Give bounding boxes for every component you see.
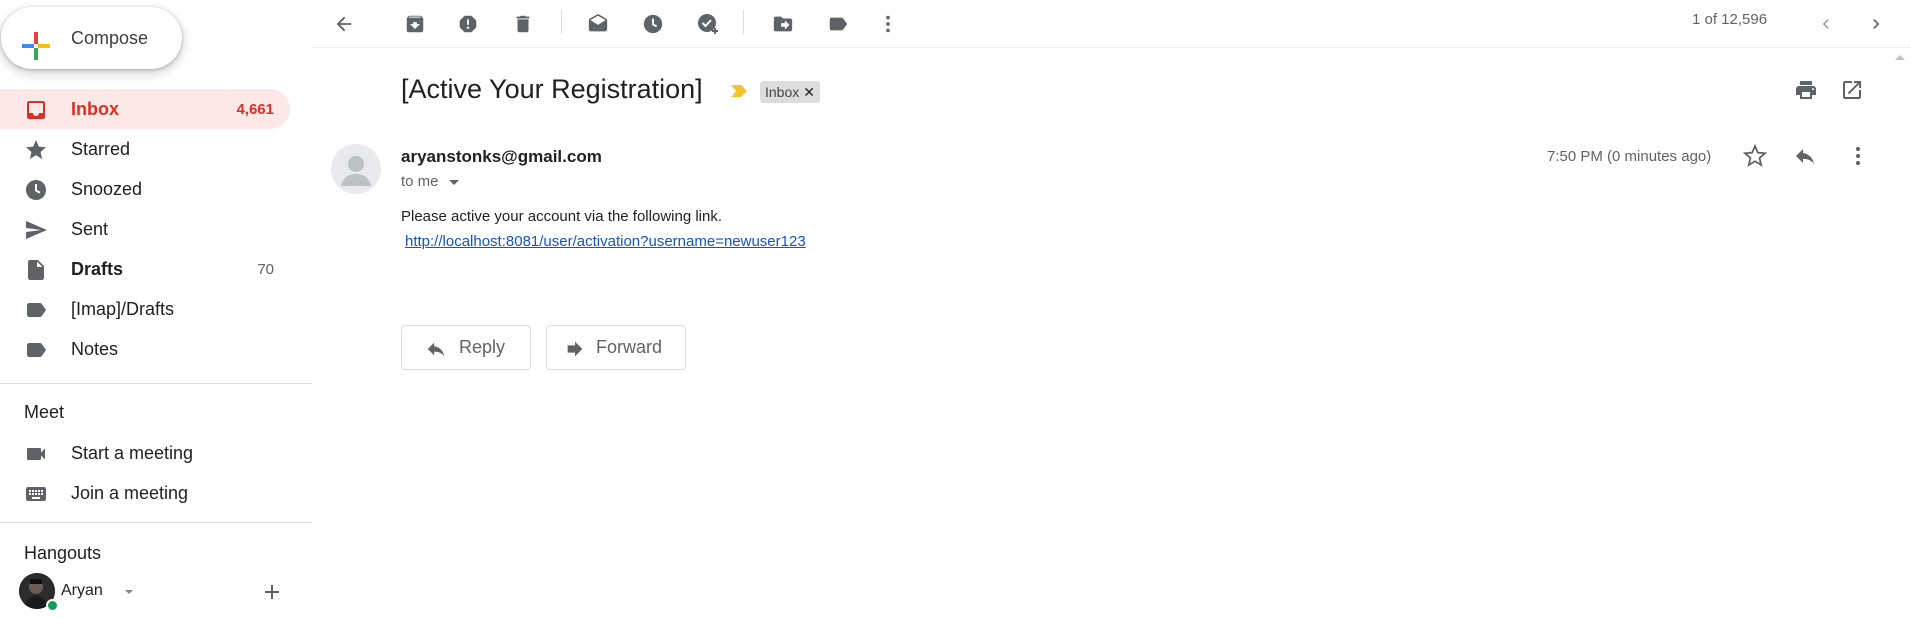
- sidebar-item-starred[interactable]: Starred: [0, 129, 290, 169]
- label-chip-inbox: Inbox ✕: [760, 81, 820, 103]
- message-body: Please active your account via the follo…: [401, 208, 723, 225]
- sidebar-item-label: Sent: [71, 219, 109, 239]
- hangouts-title: Hangouts: [24, 543, 102, 563]
- sidebar-item-label: Snoozed: [71, 179, 143, 199]
- labels-icon[interactable]: [820, 6, 856, 42]
- hangouts-user[interactable]: Aryan: [19, 573, 289, 613]
- delete-icon[interactable]: [505, 6, 541, 42]
- move-to-icon[interactable]: [765, 6, 801, 42]
- forward-icon: [567, 341, 583, 357]
- chevron-right-icon[interactable]: [1858, 6, 1894, 42]
- reply-label: Reply: [459, 337, 506, 357]
- sidebar: Compose Inbox 4,661 Starred Snoozed Sent: [0, 0, 312, 618]
- meet-item-label: Join a meeting: [71, 483, 189, 503]
- sidebar-item-label: Drafts: [71, 259, 124, 279]
- compose-plus-icon: [20, 30, 52, 62]
- compose-button[interactable]: Compose: [1, 7, 182, 69]
- remove-label-icon[interactable]: ✕: [803, 84, 815, 101]
- snooze-icon[interactable]: [635, 6, 671, 42]
- meet-join-meeting[interactable]: Join a meeting: [0, 473, 290, 513]
- reply-button[interactable]: Reply: [401, 325, 531, 370]
- inbox-icon: [24, 98, 48, 122]
- sidebar-item-notes[interactable]: Notes: [0, 329, 290, 369]
- meet-title: Meet: [24, 402, 65, 422]
- chevron-down-icon[interactable]: [448, 178, 460, 188]
- sender-avatar: [331, 144, 381, 194]
- add-task-icon[interactable]: [690, 6, 726, 42]
- sidebar-item-snoozed[interactable]: Snoozed: [0, 169, 290, 209]
- toolbar-separator: [743, 10, 744, 34]
- pagination-text: 1 of 12,596: [1692, 11, 1768, 28]
- sidebar-item-label: Inbox: [71, 99, 119, 119]
- label-icon: [24, 298, 48, 322]
- scroll-up-arrow[interactable]: [1893, 52, 1907, 62]
- draft-icon: [24, 258, 48, 282]
- star-icon: [24, 138, 48, 162]
- sidebar-item-imap-drafts[interactable]: [Imap]/Drafts: [0, 289, 290, 329]
- presence-indicator: [46, 599, 59, 612]
- video-icon: [24, 442, 48, 466]
- sidebar-item-inbox[interactable]: Inbox 4,661: [0, 89, 290, 129]
- draft-count: 70: [257, 261, 274, 278]
- meet-item-label: Start a meeting: [71, 443, 194, 463]
- star-outline-icon[interactable]: [1743, 144, 1767, 168]
- sidebar-item-drafts[interactable]: Drafts 70: [0, 249, 290, 289]
- label-chip-text: Inbox: [765, 84, 800, 100]
- message-subject: [Active Your Registration]: [401, 74, 703, 104]
- open-new-window-icon[interactable]: [1840, 78, 1864, 102]
- keyboard-icon: [24, 482, 48, 506]
- label-icon: [24, 338, 48, 362]
- sidebar-item-sent[interactable]: Sent: [0, 209, 290, 249]
- forward-button[interactable]: Forward: [546, 325, 686, 370]
- print-icon[interactable]: [1794, 78, 1818, 102]
- reply-icon: [427, 342, 445, 357]
- report-spam-icon[interactable]: [450, 6, 486, 42]
- meet-start-meeting[interactable]: Start a meeting: [0, 433, 290, 473]
- clock-icon: [24, 178, 48, 202]
- archive-icon[interactable]: [397, 6, 433, 42]
- toolbar-separator: [561, 10, 562, 34]
- reply-icon[interactable]: [1793, 144, 1817, 168]
- recipient-text: to me: [401, 173, 439, 190]
- chevron-down-icon[interactable]: [123, 586, 135, 598]
- more-vert-icon[interactable]: [1846, 144, 1870, 168]
- hangouts-user-name: Aryan: [61, 582, 103, 599]
- add-icon[interactable]: [262, 582, 282, 602]
- back-arrow-icon[interactable]: [326, 6, 362, 42]
- compose-label: Compose: [71, 28, 149, 48]
- sidebar-item-label: [Imap]/Drafts: [71, 299, 175, 319]
- chevron-left-icon[interactable]: [1808, 6, 1844, 42]
- sidebar-divider: [0, 522, 312, 523]
- sidebar-divider: [0, 383, 312, 384]
- forward-label: Forward: [596, 337, 663, 357]
- sidebar-item-label: Starred: [71, 139, 131, 159]
- message-toolbar: 1 of 12,596: [312, 0, 1911, 48]
- activation-link[interactable]: http://localhost:8081/user/activation?us…: [405, 233, 806, 250]
- message-timestamp: 7:50 PM (0 minutes ago): [1547, 148, 1712, 165]
- send-icon: [24, 218, 48, 242]
- sender-email: aryanstonks@gmail.com: [401, 147, 602, 166]
- more-vert-icon[interactable]: [870, 6, 906, 42]
- unread-count: 4,661: [236, 101, 274, 118]
- important-marker-icon[interactable]: [729, 83, 749, 99]
- sidebar-item-label: Notes: [71, 339, 119, 359]
- mark-unread-icon[interactable]: [580, 6, 616, 42]
